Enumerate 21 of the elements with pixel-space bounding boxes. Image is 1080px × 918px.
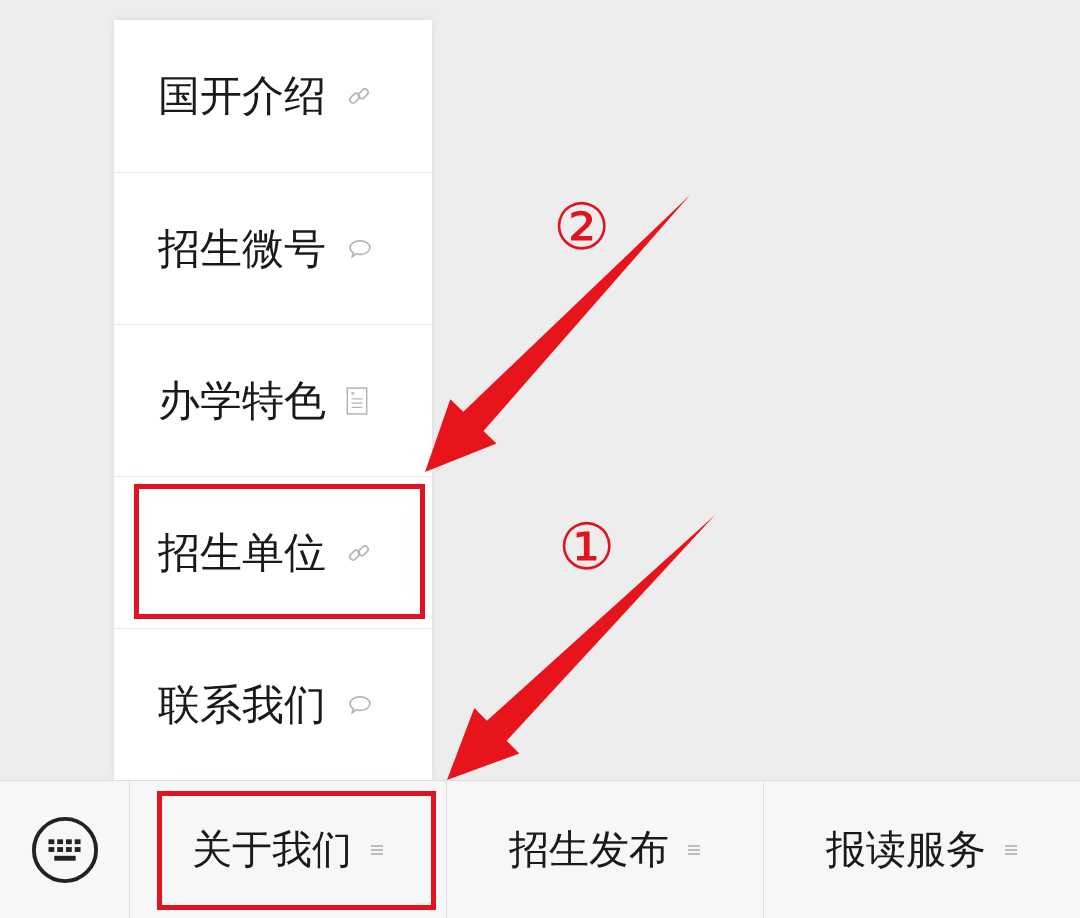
menu-tab[interactable]: 报读服务: [763, 781, 1080, 918]
menu-item-label: 联系我们: [158, 683, 326, 726]
menu-icon: [1004, 842, 1018, 857]
menu-tab[interactable]: 关于我们: [130, 781, 446, 918]
menu-item[interactable]: 招生微号: [114, 172, 432, 324]
menu-item[interactable]: 国开介绍: [114, 20, 432, 172]
menu-tab[interactable]: 招生发布: [446, 781, 763, 918]
step-number: ②: [553, 195, 611, 259]
menu-item-label: 招生微号: [158, 227, 326, 270]
document-icon: [346, 386, 368, 415]
menu-icon: [687, 842, 701, 857]
menu-tab-label: 关于我们: [192, 825, 352, 874]
menu-item-label: 招生单位: [158, 531, 326, 574]
menu-icon: [370, 842, 384, 857]
menu-item-label: 办学特色: [158, 379, 326, 422]
keyboard-icon[interactable]: [30, 815, 99, 884]
menu-item[interactable]: 招生单位: [114, 476, 432, 628]
step-number: ①: [558, 515, 616, 579]
menu-tab-label: 报读服务: [826, 825, 986, 874]
menu-tab-label: 招生发布: [509, 825, 669, 874]
menu-item-label: 国开介绍: [158, 75, 326, 117]
